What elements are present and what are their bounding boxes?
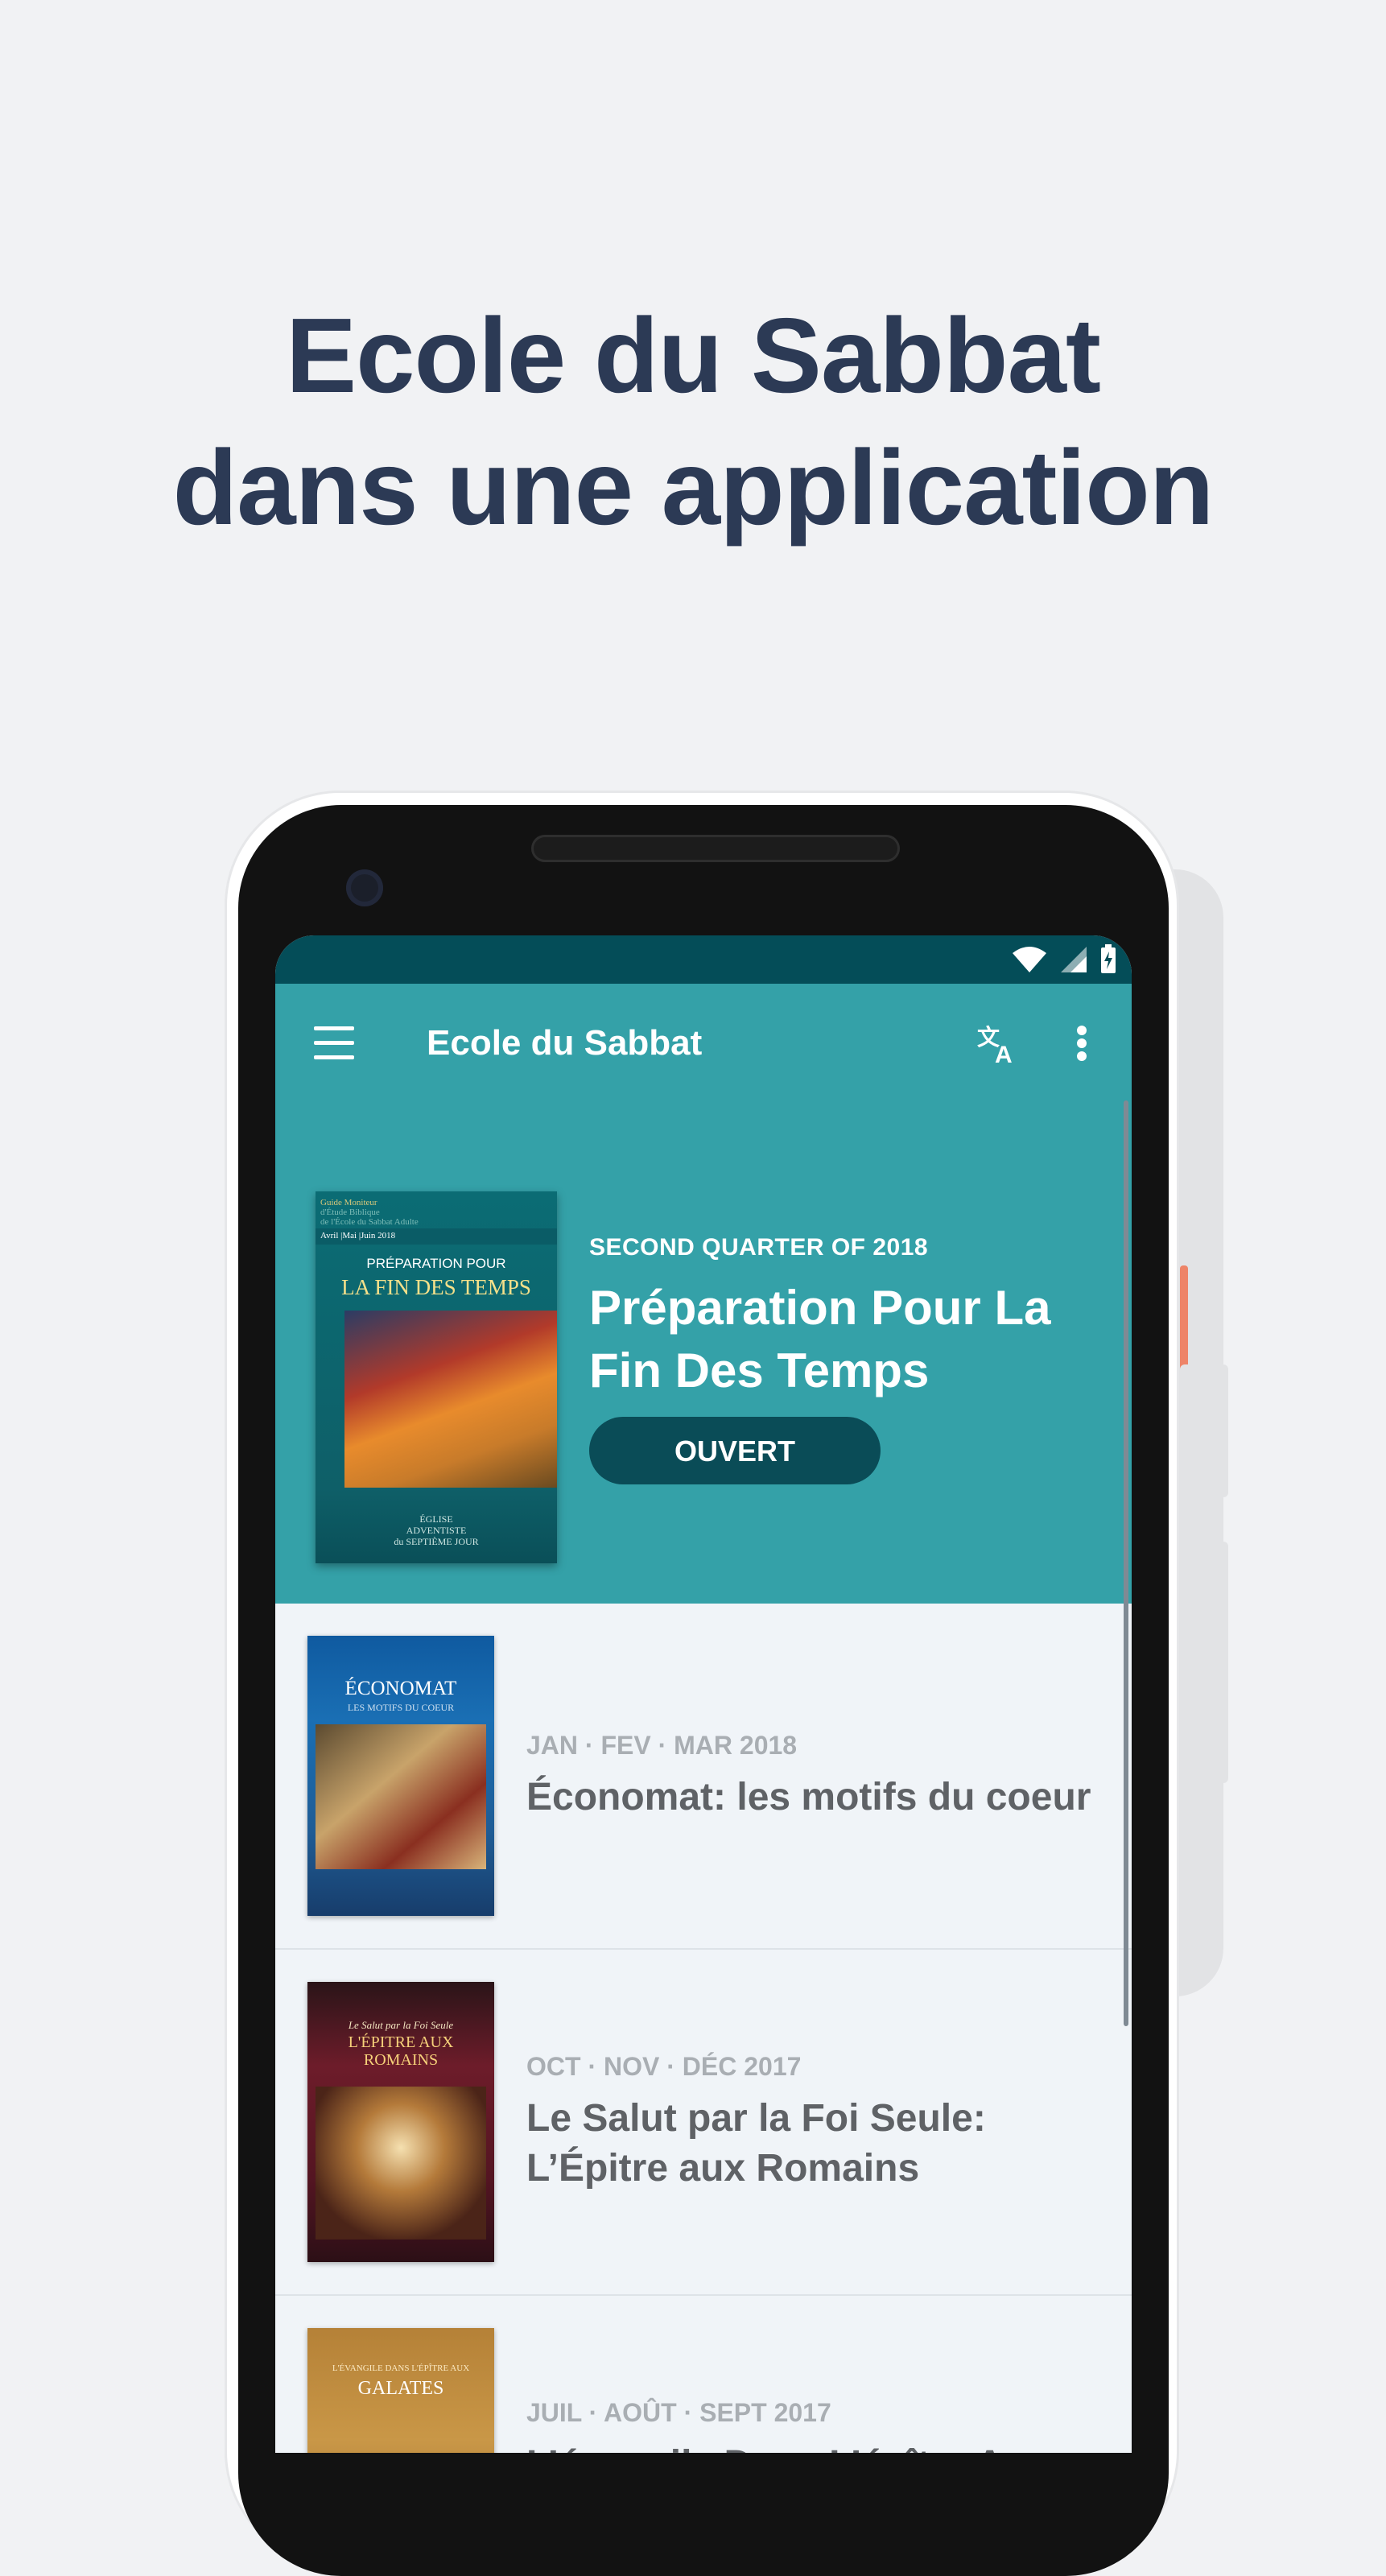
logo-line: ADVENTISTE (406, 1525, 467, 1536)
status-bar (275, 935, 1132, 984)
list-item[interactable]: ÉCONOMAT LES MOTIFS DU COEUR JAN · FEV ·… (275, 1604, 1132, 1950)
lesson-info: OCT · NOV · DÉC 2017 Le Salut par la Foi… (526, 1950, 1122, 2294)
lesson-list: ÉCONOMAT LES MOTIFS DU COEUR JAN · FEV ·… (275, 1604, 1132, 2453)
cover-title: LA FIN DES TEMPS (341, 1275, 531, 1299)
lesson-cover-image: Le Salut par la Foi Seule L'ÉPITRE AUX R… (307, 1982, 494, 2262)
featured-cover-image[interactable]: Guide Moniteur d'Étude Biblique de l'Éco… (316, 1191, 557, 1563)
church-logo: ÉGLISE ADVENTISTE du SEPTIÈME JOUR (316, 1513, 557, 1547)
cover-title: L'ÉPITRE AUX ROMAINS (348, 2033, 454, 2069)
lesson-info: JUIL · AOÛT · SEPT 2017 L’évangile Dans … (526, 2296, 1122, 2453)
cover-subtitle: LES MOTIFS DU COEUR (347, 1702, 455, 1713)
lesson-cover-image: L'ÉVANGILE DANS L'ÉPÎTRE AUX GALATES (307, 2328, 494, 2453)
app-title: Ecole du Sabbat (427, 1023, 703, 1063)
headline: Ecole du Sabbat dans une application (0, 290, 1386, 554)
cover-painting (316, 2087, 486, 2240)
more-vertical-icon[interactable] (1072, 1021, 1091, 1066)
lesson-title: Économat: les motifs du coeur (526, 1776, 1091, 1818)
cover-title: GALATES (357, 2378, 444, 2399)
app-bar: Ecole du Sabbat 文 A (275, 984, 1132, 1104)
cover-subtitle: PRÉPARATION POUR (366, 1256, 506, 1271)
list-item[interactable]: L'ÉVANGILE DANS L'ÉPÎTRE AUX GALATES JUI… (275, 2296, 1132, 2453)
lesson-title: L’évangile Dans L’épître Aux Galates (526, 2440, 1122, 2453)
battery-charging-icon (1101, 944, 1116, 973)
logo-line: du SEPTIÈME JOUR (394, 1536, 479, 1547)
cover-header-line: de l'École du Sabbat Adulte (320, 1217, 419, 1227)
headline-line-2: dans une application (172, 428, 1215, 547)
menu-icon[interactable] (314, 1026, 354, 1060)
featured-info: SECOND QUARTER OF 2018 Préparation Pour … (589, 1233, 1120, 1484)
front-camera (346, 869, 383, 906)
lesson-cover-image: ÉCONOMAT LES MOTIFS DU COEUR (307, 1636, 494, 1916)
phone-speaker (531, 835, 900, 862)
lesson-info: JAN · FEV · MAR 2018 Économat: les motif… (526, 1604, 1122, 1948)
open-button[interactable]: OUVERT (589, 1417, 881, 1484)
wifi-icon (1013, 947, 1046, 972)
lesson-date: OCT · NOV · DÉC 2017 (526, 2052, 802, 2081)
cover-dates: Avril |Mai |Juin 2018 (320, 1231, 396, 1241)
cover-subtitle: Le Salut par la Foi Seule (348, 2019, 454, 2031)
translate-icon[interactable]: 文 A (976, 1021, 1021, 1066)
svg-text:A: A (995, 1042, 1013, 1066)
lesson-date: JUIL · AOÛT · SEPT 2017 (526, 2398, 831, 2427)
volume-up-button (1180, 1364, 1228, 1497)
logo-line: ÉGLISE (419, 1513, 453, 1525)
cover-title: ÉCONOMAT (344, 1678, 457, 1699)
cellular-signal-icon (1061, 947, 1087, 972)
featured-date: SECOND QUARTER OF 2018 (589, 1234, 929, 1261)
lesson-title: Le Salut par la Foi Seule: L’Épitre aux … (526, 2097, 986, 2190)
featured-lesson: Guide Moniteur d'Étude Biblique de l'Éco… (275, 1104, 1132, 1604)
cover-subtitle: L'ÉVANGILE DANS L'ÉPÎTRE AUX (332, 2363, 470, 2373)
scrollbar[interactable] (1124, 1100, 1128, 2026)
cover-painting (344, 1311, 557, 1488)
list-item[interactable]: Le Salut par la Foi Seule L'ÉPITRE AUX R… (275, 1950, 1132, 2296)
cover-painting (316, 1724, 486, 1869)
featured-title: Préparation Pour La Fin Des Temps (589, 1281, 1051, 1397)
side-panel (1180, 1658, 1220, 1924)
lesson-date: JAN · FEV · MAR 2018 (526, 1731, 798, 1760)
app-screen: Ecole du Sabbat 文 A Guide Moniteur d'Étu… (275, 935, 1132, 2453)
headline-line-1: Ecole du Sabbat (286, 296, 1101, 415)
